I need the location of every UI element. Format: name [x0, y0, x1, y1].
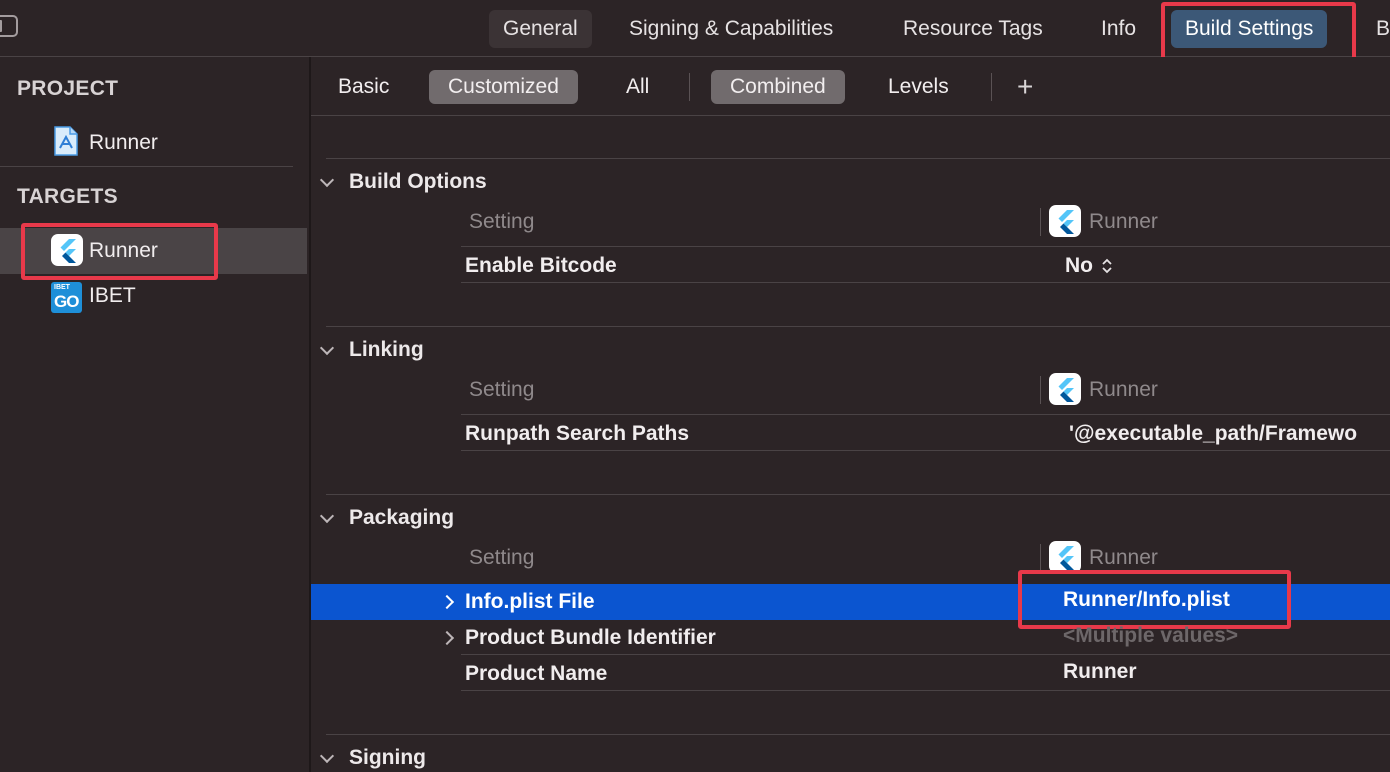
tab-info[interactable]: Info [1087, 10, 1150, 48]
chevron-down-icon[interactable] [319, 508, 335, 524]
target-column-header: Runner [1089, 210, 1158, 233]
divider [1040, 544, 1041, 572]
target-column-header: Runner [1089, 378, 1158, 401]
divider [326, 494, 1390, 495]
tab-general[interactable]: General [489, 10, 592, 48]
divider [461, 282, 1390, 283]
sidebar-item-label: IBET [89, 284, 136, 307]
divider [326, 158, 1390, 159]
filter-customized[interactable]: Customized [429, 70, 578, 104]
sidebar-item-label: Runner [89, 131, 158, 154]
tab-signing-capabilities[interactable]: Signing & Capabilities [615, 10, 847, 48]
sidebar-item-target-ibet[interactable]: IBET GO IBET [0, 276, 307, 322]
popup-stepper-icon[interactable] [1101, 256, 1113, 276]
setting-row-value[interactable]: No [1065, 254, 1093, 278]
setting-row-label[interactable]: Info.plist File [465, 590, 595, 614]
divider [461, 654, 1390, 655]
setting-column-header: Setting [469, 378, 535, 401]
divider [326, 734, 1390, 735]
chevron-down-icon[interactable] [319, 748, 335, 764]
targets-header: TARGETS [17, 185, 118, 208]
group-title-packaging[interactable]: Packaging [349, 506, 454, 530]
filter-combined[interactable]: Combined [711, 70, 845, 104]
sidebar: PROJECT Runner TARGETS Runner IBET GO IB… [0, 57, 311, 772]
divider [461, 450, 1390, 451]
filter-levels[interactable]: Levels [869, 70, 968, 104]
flutter-app-icon [1049, 373, 1081, 405]
setting-row-label[interactable]: Runpath Search Paths [465, 422, 689, 446]
divider [311, 115, 1390, 116]
divider [326, 326, 1390, 327]
chevron-down-icon[interactable] [319, 340, 335, 356]
filter-all[interactable]: All [607, 70, 668, 104]
chevron-down-icon[interactable] [319, 172, 335, 188]
tab-resource-tags[interactable]: Resource Tags [889, 10, 1057, 48]
setting-column-header: Setting [469, 546, 535, 569]
group-title-build-options[interactable]: Build Options [349, 170, 487, 194]
annotation-highlight-info-plist [1018, 570, 1291, 629]
sidebar-item-project-runner[interactable]: Runner [0, 119, 307, 165]
flutter-app-icon [1049, 541, 1081, 573]
divider [461, 246, 1390, 247]
ibet-app-icon: IBET GO [51, 282, 82, 313]
divider [689, 73, 690, 101]
setting-row-value[interactable]: <Multiple values> [1063, 624, 1238, 648]
build-settings-editor: Basic Customized All Combined Levels + B… [311, 57, 1390, 772]
xcode-project-icon [53, 126, 79, 156]
group-title-linking[interactable]: Linking [349, 338, 424, 362]
tab-build-phases-cutoff[interactable]: B [1362, 10, 1390, 48]
divider [461, 414, 1390, 415]
setting-row-value[interactable]: Runner [1063, 660, 1137, 684]
target-column-header: Runner [1089, 546, 1158, 569]
divider [1040, 376, 1041, 404]
annotation-highlight-runner-target [21, 223, 218, 280]
flutter-app-icon [1049, 205, 1081, 237]
group-title-signing[interactable]: Signing [349, 746, 426, 770]
setting-row-label[interactable]: Enable Bitcode [465, 254, 617, 278]
project-header: PROJECT [17, 77, 119, 100]
setting-row-value[interactable]: '@executable_path/Framewo [1069, 422, 1357, 446]
setting-row-label[interactable]: Product Bundle Identifier [465, 626, 716, 650]
divider [0, 166, 293, 167]
divider [991, 73, 992, 101]
divider [461, 690, 1390, 691]
chevron-right-icon[interactable] [439, 630, 455, 646]
filter-basic[interactable]: Basic [319, 70, 408, 104]
add-setting-button[interactable]: + [1017, 70, 1033, 104]
sidebar-toggle-icon[interactable] [0, 15, 18, 37]
divider [1040, 208, 1041, 236]
setting-column-header: Setting [469, 210, 535, 233]
setting-row-label[interactable]: Product Name [465, 662, 607, 686]
top-tab-bar: General Signing & Capabilities Resource … [0, 0, 1390, 72]
